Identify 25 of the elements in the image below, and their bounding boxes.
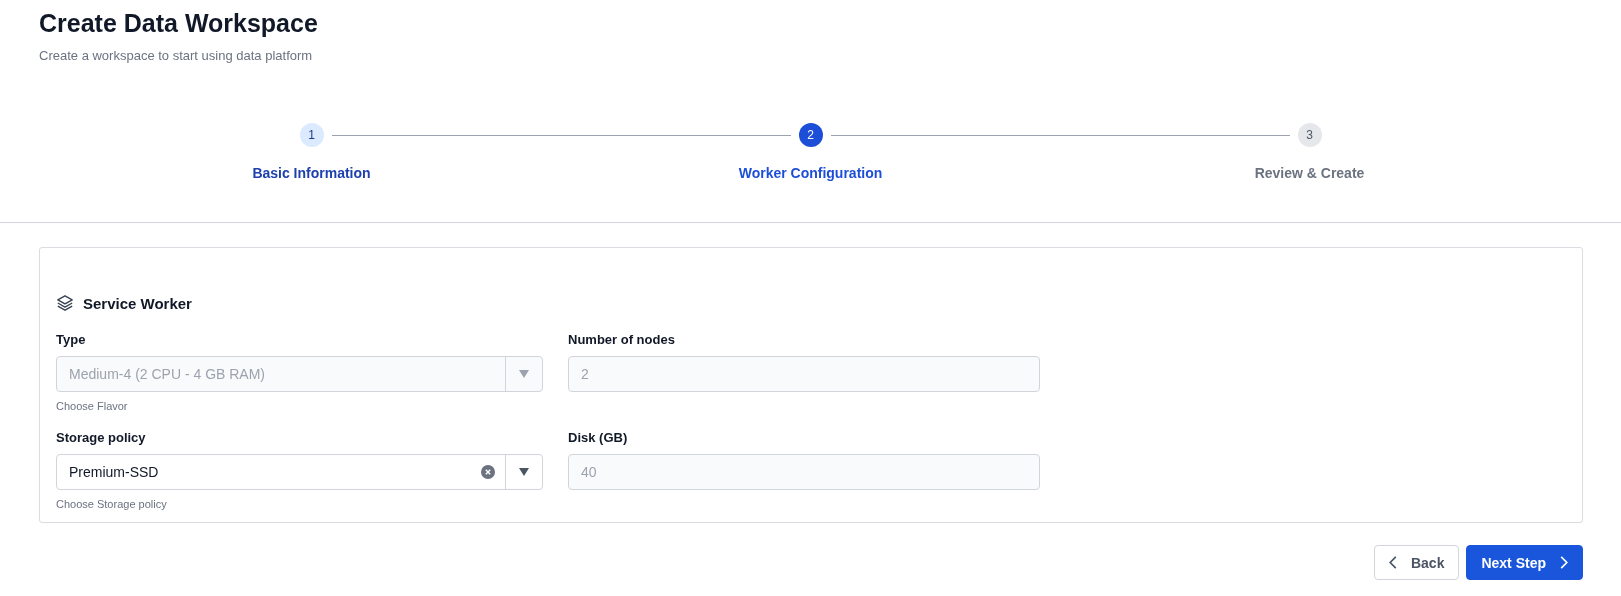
step-label[interactable]: Review & Create (1254, 165, 1365, 181)
step-number: 1 (299, 123, 324, 147)
helper-text: Choose Flavor (56, 400, 129, 414)
page-title: Create Data Workspace (39, 8, 319, 38)
field-label: Number of nodes (568, 332, 676, 349)
field-label: Disk (GB) (568, 430, 629, 447)
field-label: Storage policy (56, 430, 147, 447)
next-step-button[interactable]: Next Step (1466, 545, 1583, 580)
select-value: Premium-SSD (69, 464, 160, 480)
select-value: Medium-4 (2 CPU - 4 GB RAM) (69, 366, 267, 382)
step-number: 2 (798, 123, 823, 147)
clear-icon[interactable] (481, 465, 495, 479)
select-field[interactable]: Premium-SSD (56, 454, 543, 490)
back-button[interactable]: Back (1373, 545, 1460, 580)
step-label[interactable]: Worker Configuration (738, 165, 883, 181)
section-title: Service Worker (83, 294, 192, 312)
field-label: Type (56, 332, 87, 349)
chevron-right-icon (1560, 556, 1568, 569)
page-subtitle: Create a workspace to start using data platform (39, 48, 314, 63)
helper-text: Choose Storage policy (56, 498, 168, 512)
caret-icon[interactable] (519, 468, 529, 476)
step-number: 3 (1297, 123, 1322, 147)
step-label[interactable]: Basic Information (252, 165, 371, 181)
chevron-left-icon (1388, 556, 1397, 569)
layers-icon (56, 294, 74, 312)
